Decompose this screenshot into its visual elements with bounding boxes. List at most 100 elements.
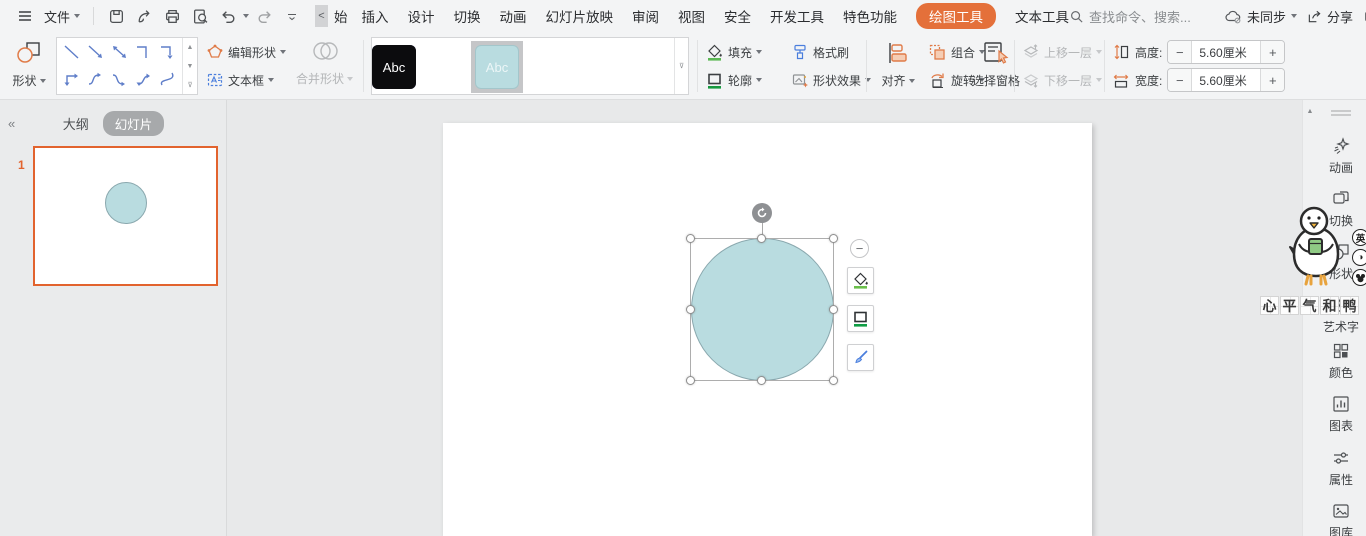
fill-bucket-icon	[851, 271, 870, 290]
shape-double-arrow[interactable]	[107, 39, 131, 66]
gallery-scroll-up-button[interactable]: ▲	[183, 38, 197, 57]
quick-style-brush-button[interactable]	[847, 344, 874, 371]
shape-elbow-connector[interactable]	[132, 39, 156, 66]
share-button[interactable]: 分享	[1307, 7, 1353, 26]
ribbon-tabs: 插入 设计 切换 动画 幻灯片放映 审阅 视图 安全 开发工具 特色功能 绘图工…	[362, 3, 1070, 29]
tab-developer[interactable]: 开发工具	[770, 6, 824, 26]
tab-text-tools[interactable]: 文本工具	[1015, 6, 1069, 26]
slide-thumbnail-selected[interactable]	[33, 146, 218, 286]
selection-handle-nw[interactable]	[686, 234, 695, 243]
tab-review[interactable]: 审阅	[632, 6, 659, 26]
tab-view[interactable]: 视图	[678, 6, 705, 26]
sidebar-item-colors[interactable]: 颜色	[1316, 341, 1366, 381]
tab-special-features[interactable]: 特色功能	[843, 6, 897, 26]
gallery-expand-button[interactable]: ⊽	[183, 75, 197, 94]
canvas-vertical-scrollbar[interactable]: ▲	[1302, 100, 1316, 536]
tab-drawing-tools-active[interactable]: 绘图工具	[916, 3, 996, 29]
quick-outline-button[interactable]	[847, 305, 874, 332]
undo-options-chevron[interactable]	[243, 14, 249, 18]
height-value-field[interactable]: 5.60厘米	[1191, 41, 1261, 63]
tab-security[interactable]: 安全	[724, 6, 751, 26]
export-pdf-button[interactable]	[131, 4, 157, 28]
quick-fill-button[interactable]	[847, 267, 874, 294]
command-search-input[interactable]: 查找命令、搜索...	[1069, 7, 1215, 26]
tab-insert[interactable]: 插入	[362, 6, 389, 26]
ribbon-scroll-left-button[interactable]: <	[315, 5, 328, 27]
sidebar-item-chart[interactable]: 图表	[1316, 394, 1366, 434]
collapse-quick-tools-button[interactable]: −	[850, 239, 869, 258]
shape-effects-icon	[791, 71, 809, 89]
height-decrease-button[interactable]: −	[1168, 41, 1191, 63]
file-menu-button[interactable]: 文件	[40, 7, 84, 26]
height-label: 高度:	[1135, 44, 1162, 61]
sidebar-item-properties[interactable]: 属性	[1316, 448, 1366, 488]
sidebar-item-shapes[interactable]: 形状	[1316, 242, 1366, 282]
share-label: 分享	[1327, 7, 1353, 26]
selection-pane-label: 选择窗格	[972, 72, 1020, 89]
selection-handle-sw[interactable]	[686, 376, 695, 385]
tab-slideshow[interactable]: 幻灯片放映	[546, 6, 614, 26]
sidebar-item-transition[interactable]: 切换	[1316, 189, 1366, 229]
style-gallery-expand-button[interactable]: ⊽	[674, 38, 688, 94]
share-icon	[1307, 9, 1322, 24]
shape-elbow-double-arrow[interactable]	[59, 66, 83, 93]
shape-curved-double-arrow[interactable]	[132, 66, 156, 93]
shape-curved-connector[interactable]	[83, 66, 107, 93]
edit-shape-button[interactable]: 编辑形状	[206, 39, 286, 65]
textbox-button[interactable]: 文本框	[206, 67, 274, 93]
height-increase-button[interactable]: +	[1261, 41, 1284, 63]
search-placeholder: 查找命令、搜索...	[1089, 7, 1191, 26]
gallery-scroll-down-button[interactable]: ▼	[183, 57, 197, 76]
selection-handle-w[interactable]	[686, 305, 695, 314]
selection-pane-icon	[982, 40, 1010, 66]
sidebar-item-gallery[interactable]: 图库	[1316, 501, 1366, 536]
format-painter-button[interactable]: 格式刷	[791, 39, 849, 65]
outline-button[interactable]: 轮廓	[705, 67, 762, 93]
sidebar-drag-handle[interactable]	[1331, 110, 1351, 116]
shape-arrow[interactable]	[83, 39, 107, 66]
align-button[interactable]: 对齐	[872, 36, 924, 96]
redo-button[interactable]	[251, 4, 277, 28]
selection-handle-se[interactable]	[829, 376, 838, 385]
shape-curved-arrow-connector[interactable]	[107, 66, 131, 93]
quick-access-customize-button[interactable]	[279, 4, 305, 28]
send-backward-button-disabled[interactable]: 下移一层	[1022, 67, 1102, 93]
right-sidebar: 动画 切换 形状 艺术字 颜色 图表 属性 图库	[1316, 100, 1366, 536]
shape-effects-button[interactable]: 形状效果	[791, 67, 871, 93]
rotate-handle[interactable]	[752, 203, 772, 223]
style-tile-6[interactable]: Abc	[372, 45, 416, 89]
scroll-up-arrow[interactable]: ▲	[1303, 108, 1317, 115]
shape-s-curve[interactable]	[156, 66, 180, 93]
shape-line[interactable]	[59, 39, 83, 66]
width-value-field[interactable]: 5.60厘米	[1191, 69, 1261, 91]
sidebar-item-animation[interactable]: 动画	[1316, 136, 1366, 176]
shape-elbow-arrow-connector[interactable]	[156, 39, 180, 66]
collapse-panel-button[interactable]: «	[8, 116, 13, 131]
selection-pane-button[interactable]: 选择窗格	[964, 36, 1028, 96]
tab-transition[interactable]: 切换	[454, 6, 481, 26]
shapes-button[interactable]: 形状	[6, 36, 52, 96]
width-decrease-button[interactable]: −	[1168, 69, 1191, 91]
tab-design[interactable]: 设计	[408, 6, 435, 26]
sidebar-item-wordart[interactable]: 艺术字	[1316, 295, 1366, 335]
print-button[interactable]	[159, 4, 185, 28]
tab-animation[interactable]: 动画	[500, 6, 527, 26]
bring-forward-button-disabled[interactable]: 上移一层	[1022, 39, 1102, 65]
sync-status-button[interactable]: 未同步	[1225, 7, 1297, 26]
undo-button[interactable]	[215, 4, 241, 28]
tab-slides-active[interactable]: 幻灯片	[103, 111, 165, 136]
fill-button[interactable]: 填充	[705, 39, 762, 65]
selection-handle-s[interactable]	[757, 376, 766, 385]
print-preview-button[interactable]	[187, 4, 213, 28]
hamburger-menu-icon[interactable]	[12, 4, 38, 28]
editing-canvas[interactable]: −	[227, 100, 1302, 536]
tab-home-partial[interactable]: 始	[334, 6, 348, 26]
save-button[interactable]	[103, 4, 129, 28]
selection-handle-n[interactable]	[757, 234, 766, 243]
width-increase-button[interactable]: +	[1261, 69, 1284, 91]
style-tile-3-selected[interactable]: Abc	[471, 41, 523, 93]
selection-handle-ne[interactable]	[829, 234, 838, 243]
tab-outline[interactable]: 大纲	[63, 114, 89, 133]
edit-shape-icon	[206, 43, 224, 61]
selection-handle-e[interactable]	[829, 305, 838, 314]
